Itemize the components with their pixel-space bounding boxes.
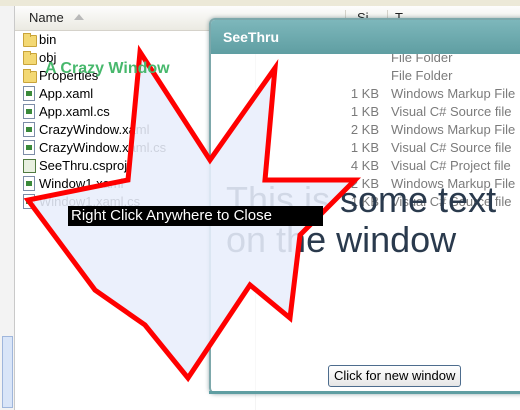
- close-hint-label: Right Click Anywhere to Close: [68, 206, 323, 226]
- crazy-window-title: A Crazy Window: [45, 60, 170, 77]
